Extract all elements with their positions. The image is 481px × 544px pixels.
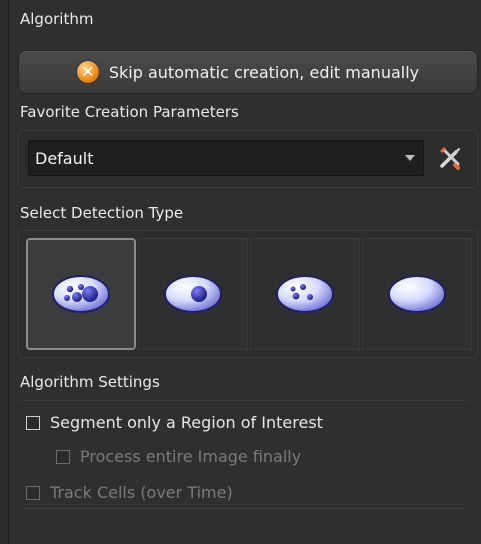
track-cells-label: Track Cells (over Time) [50,483,233,502]
cells-multiple-nuclei-icon [52,275,110,313]
roi-checkbox-row[interactable]: Segment only a Region of Interest [26,413,323,432]
settings-title: Algorithm Settings [20,373,160,391]
x-circle-orange-icon: ✕ [76,61,99,83]
roi-label: Segment only a Region of Interest [50,413,323,432]
track-cells-checkbox [26,485,40,500]
settings-bottom-divider [20,508,468,509]
cell-small-nuclei-icon [276,275,334,313]
process-entire-checkbox [56,449,70,464]
process-entire-checkbox-row: Process entire Image finally [56,447,301,466]
favorite-selected-value: Default [35,148,94,168]
detection-type-single-nucleus[interactable] [138,238,248,350]
detection-type-multiple-nuclei[interactable] [26,238,136,350]
skip-button-label: Skip automatic creation, edit manually [108,62,420,82]
skip-automatic-creation-button[interactable]: ✕ Skip automatic creation, edit manually [18,50,478,94]
process-entire-label: Process entire Image finally [80,447,302,466]
track-cells-checkbox-row: Track Cells (over Time) [26,483,233,502]
algorithm-title: Algorithm [20,10,94,28]
roi-checkbox[interactable] [26,415,40,430]
detection-type-selector [26,238,472,350]
chevron-down-icon [405,155,415,161]
edit-favorites-button[interactable] [431,140,469,176]
cell-single-nucleus-icon [164,275,222,313]
detection-type-plain[interactable] [362,238,472,350]
wrench-screwdriver-icon [440,147,460,170]
cell-plain-icon [388,275,446,313]
favorite-parameters-dropdown[interactable]: Default [28,140,424,176]
settings-divider [20,400,468,401]
detection-title: Select Detection Type [20,204,184,222]
favorites-title: Favorite Creation Parameters [20,103,239,121]
detection-type-small-nuclei[interactable] [250,238,360,350]
